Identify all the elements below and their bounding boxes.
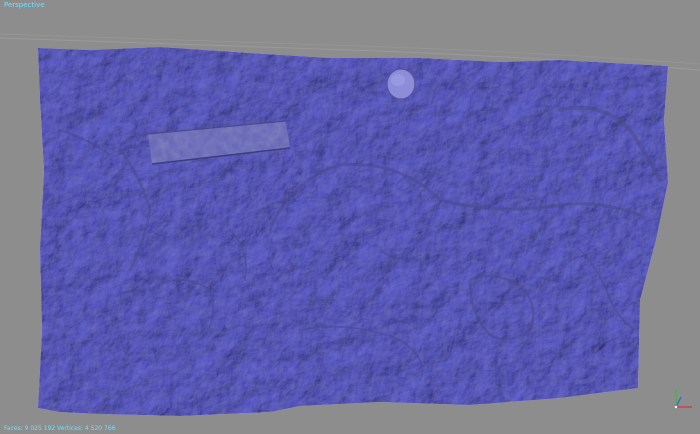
mesh-stats: Faces: 9 025 192 Vertices: 4 520 766 bbox=[4, 425, 116, 432]
mesh-detail bbox=[38, 47, 668, 416]
disc-marker bbox=[386, 68, 416, 100]
terrain-mesh[interactable] bbox=[0, 0, 700, 434]
axis-origin bbox=[674, 405, 678, 409]
xyz-axis-gizmo-icon bbox=[674, 389, 692, 409]
z-axis-line bbox=[675, 396, 682, 408]
3d-viewport[interactable]: Perspective Faces: 9 025 192 Vertices: 4… bbox=[0, 0, 700, 434]
viewport-label[interactable]: Perspective bbox=[4, 1, 45, 10]
